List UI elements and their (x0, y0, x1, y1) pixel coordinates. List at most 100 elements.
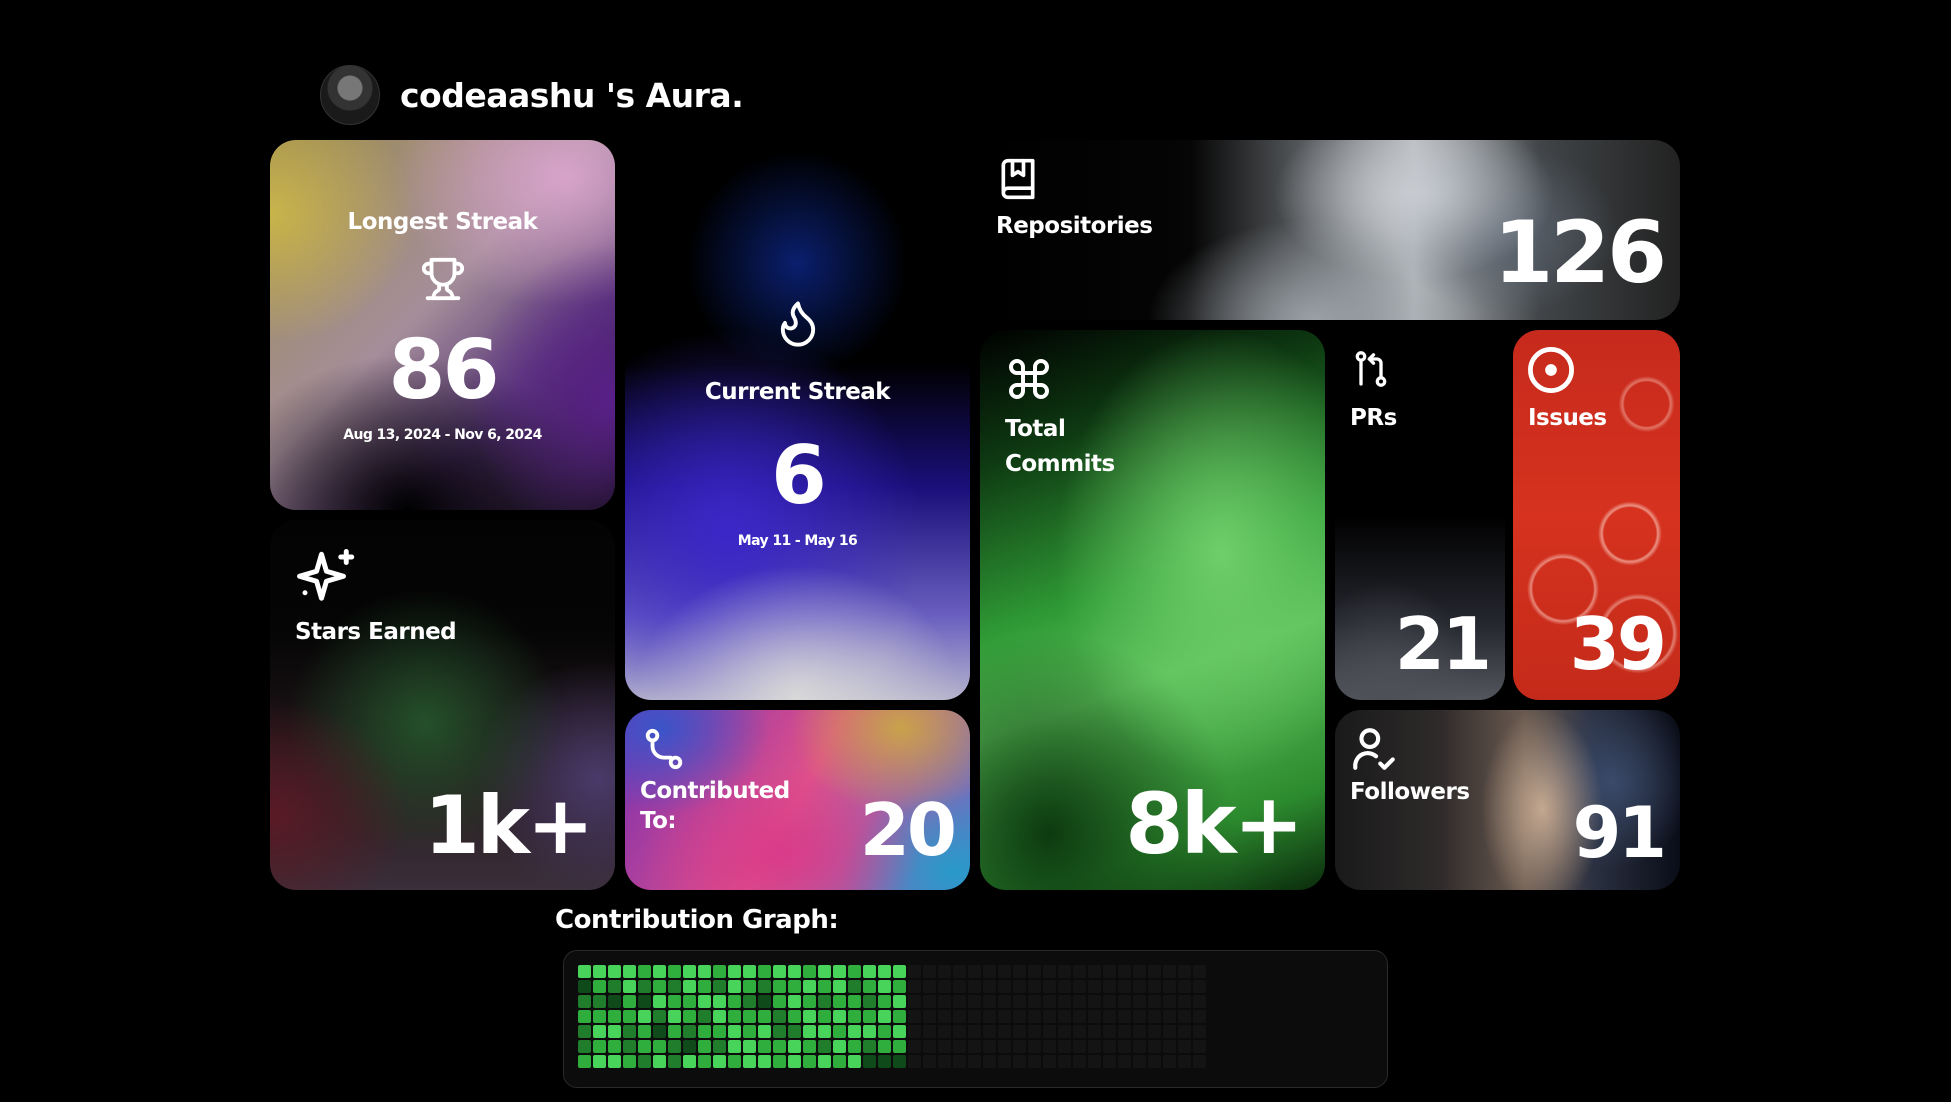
contribution-cell[interactable] (1088, 965, 1101, 978)
contribution-cell[interactable] (1028, 1025, 1041, 1038)
contribution-cell[interactable] (923, 1025, 936, 1038)
contribution-cell[interactable] (728, 980, 741, 993)
contribution-cell[interactable] (608, 965, 621, 978)
contribution-cell[interactable] (1103, 1010, 1116, 1023)
contribution-cell[interactable] (968, 1055, 981, 1068)
contribution-cell[interactable] (668, 1010, 681, 1023)
contribution-cell[interactable] (638, 1055, 651, 1068)
contribution-cell[interactable] (1028, 995, 1041, 1008)
contribution-cell[interactable] (1193, 980, 1206, 993)
contribution-cell[interactable] (998, 980, 1011, 993)
contribution-cell[interactable] (833, 1025, 846, 1038)
contribution-cell[interactable] (923, 980, 936, 993)
contribution-cell[interactable] (758, 965, 771, 978)
contribution-cell[interactable] (833, 980, 846, 993)
contribution-cell[interactable] (848, 995, 861, 1008)
contribution-cell[interactable] (803, 995, 816, 1008)
contribution-cell[interactable] (1103, 995, 1116, 1008)
contribution-cell[interactable] (1118, 980, 1131, 993)
contribution-cell[interactable] (683, 1055, 696, 1068)
contribution-cell[interactable] (968, 965, 981, 978)
contribution-cell[interactable] (638, 980, 651, 993)
contribution-cell[interactable] (818, 1010, 831, 1023)
contribution-cell[interactable] (1013, 1025, 1026, 1038)
contribution-cell[interactable] (1073, 980, 1086, 993)
contribution-cell[interactable] (608, 980, 621, 993)
contribution-cell[interactable] (773, 1010, 786, 1023)
contribution-cell[interactable] (848, 965, 861, 978)
contribution-cell[interactable] (863, 1055, 876, 1068)
contribution-cell[interactable] (1058, 1010, 1071, 1023)
contribution-cell[interactable] (1148, 1040, 1161, 1053)
contribution-cell[interactable] (968, 1010, 981, 1023)
contribution-cell[interactable] (1148, 1055, 1161, 1068)
contribution-cell[interactable] (908, 980, 921, 993)
contribution-cell[interactable] (1058, 995, 1071, 1008)
contribution-cell[interactable] (1193, 1055, 1206, 1068)
contribution-cell[interactable] (863, 965, 876, 978)
contribution-cell[interactable] (698, 995, 711, 1008)
contribution-cell[interactable] (788, 980, 801, 993)
contribution-cell[interactable] (833, 1040, 846, 1053)
contribution-cell[interactable] (1088, 1025, 1101, 1038)
contribution-cell[interactable] (938, 995, 951, 1008)
contribution-cell[interactable] (638, 1025, 651, 1038)
contribution-cell[interactable] (1178, 995, 1191, 1008)
contribution-cell[interactable] (908, 1055, 921, 1068)
contribution-cell[interactable] (968, 1040, 981, 1053)
contribution-cell[interactable] (983, 1040, 996, 1053)
contribution-cell[interactable] (1073, 1040, 1086, 1053)
contribution-cell[interactable] (578, 1055, 591, 1068)
contribution-cell[interactable] (998, 965, 1011, 978)
contribution-cell[interactable] (878, 980, 891, 993)
contribution-cell[interactable] (1103, 980, 1116, 993)
contribution-cell[interactable] (1148, 1010, 1161, 1023)
contribution-cell[interactable] (578, 980, 591, 993)
contribution-cell[interactable] (608, 995, 621, 1008)
contribution-cell[interactable] (593, 965, 606, 978)
contribution-cell[interactable] (653, 1010, 666, 1023)
contribution-cell[interactable] (608, 1055, 621, 1068)
contribution-cell[interactable] (788, 1040, 801, 1053)
contribution-cell[interactable] (758, 1025, 771, 1038)
contribution-cell[interactable] (1163, 1055, 1176, 1068)
contribution-cell[interactable] (713, 1010, 726, 1023)
contribution-cell[interactable] (653, 995, 666, 1008)
contribution-cell[interactable] (893, 1025, 906, 1038)
contribution-cell[interactable] (833, 1055, 846, 1068)
contribution-cell[interactable] (848, 1055, 861, 1068)
contribution-cell[interactable] (623, 1040, 636, 1053)
contribution-cell[interactable] (593, 1055, 606, 1068)
contribution-cell[interactable] (1178, 1040, 1191, 1053)
contribution-cell[interactable] (863, 980, 876, 993)
contribution-cell[interactable] (788, 1025, 801, 1038)
contribution-cell[interactable] (953, 1040, 966, 1053)
contribution-cell[interactable] (1118, 1025, 1131, 1038)
contribution-cell[interactable] (668, 1055, 681, 1068)
contribution-cell[interactable] (938, 1040, 951, 1053)
contribution-cell[interactable] (803, 1010, 816, 1023)
contribution-cell[interactable] (1058, 1025, 1071, 1038)
avatar[interactable] (320, 65, 380, 125)
contribution-cell[interactable] (1178, 980, 1191, 993)
contribution-cell[interactable] (758, 1010, 771, 1023)
contribution-cell[interactable] (938, 1025, 951, 1038)
contribution-cell[interactable] (1088, 980, 1101, 993)
contribution-cell[interactable] (623, 995, 636, 1008)
contribution-cell[interactable] (1193, 1040, 1206, 1053)
contribution-cell[interactable] (593, 980, 606, 993)
contribution-cell[interactable] (1073, 1010, 1086, 1023)
contribution-cell[interactable] (773, 980, 786, 993)
contribution-cell[interactable] (728, 995, 741, 1008)
contribution-cell[interactable] (1133, 980, 1146, 993)
contribution-cell[interactable] (743, 1055, 756, 1068)
contribution-cell[interactable] (1133, 995, 1146, 1008)
contribution-cell[interactable] (593, 1010, 606, 1023)
contribution-cell[interactable] (1043, 995, 1056, 1008)
contribution-cell[interactable] (1163, 1010, 1176, 1023)
contribution-cell[interactable] (1013, 1040, 1026, 1053)
contribution-cell[interactable] (668, 1040, 681, 1053)
contribution-cell[interactable] (1013, 1055, 1026, 1068)
contribution-cell[interactable] (698, 1055, 711, 1068)
contribution-cell[interactable] (953, 1055, 966, 1068)
